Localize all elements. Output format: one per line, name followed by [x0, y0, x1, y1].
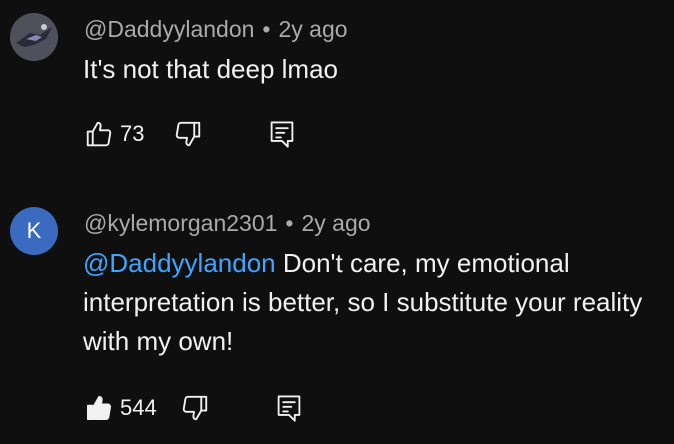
comment-text: @Daddyylandon Don't care, my emotional i…	[83, 244, 653, 361]
reply-comment-icon	[268, 119, 296, 149]
thumbs-down-icon	[180, 393, 210, 423]
author-name[interactable]: @kylemorgan2301	[84, 210, 277, 236]
comment-body: It's not that deep lmao	[83, 54, 339, 84]
avatar-letter: K	[26, 218, 42, 243]
timestamp[interactable]: 2y ago	[301, 210, 370, 236]
like-button[interactable]: 544	[84, 392, 157, 424]
reply-comment-icon	[275, 393, 303, 423]
reply-button[interactable]	[266, 118, 298, 150]
reply-button[interactable]	[273, 392, 305, 424]
meta-separator: •	[285, 210, 294, 236]
mention-link[interactable]: @Daddyylandon	[83, 248, 276, 278]
avatar[interactable]: K	[10, 207, 58, 255]
thumbs-up-icon	[84, 119, 114, 149]
comment-meta: @kylemorgan2301 • 2y ago	[84, 210, 371, 237]
dislike-button[interactable]	[179, 392, 211, 424]
like-button[interactable]: 73	[84, 118, 144, 150]
timestamp[interactable]: 2y ago	[278, 16, 347, 42]
author-name[interactable]: @Daddyylandon	[84, 16, 254, 42]
meta-separator: •	[262, 16, 271, 42]
avatar[interactable]	[10, 13, 58, 61]
dislike-button[interactable]	[172, 118, 204, 150]
comment-text: It's not that deep lmao	[83, 50, 653, 89]
comment-meta: @Daddyylandon • 2y ago	[84, 16, 348, 43]
comment-actions: 73	[84, 117, 298, 151]
thumbs-up-icon	[84, 393, 114, 423]
comment-actions: 544	[84, 391, 305, 425]
avatar-image	[10, 13, 58, 61]
like-count: 73	[120, 121, 145, 146]
like-count: 544	[120, 395, 157, 420]
thumbs-down-icon	[173, 119, 203, 149]
